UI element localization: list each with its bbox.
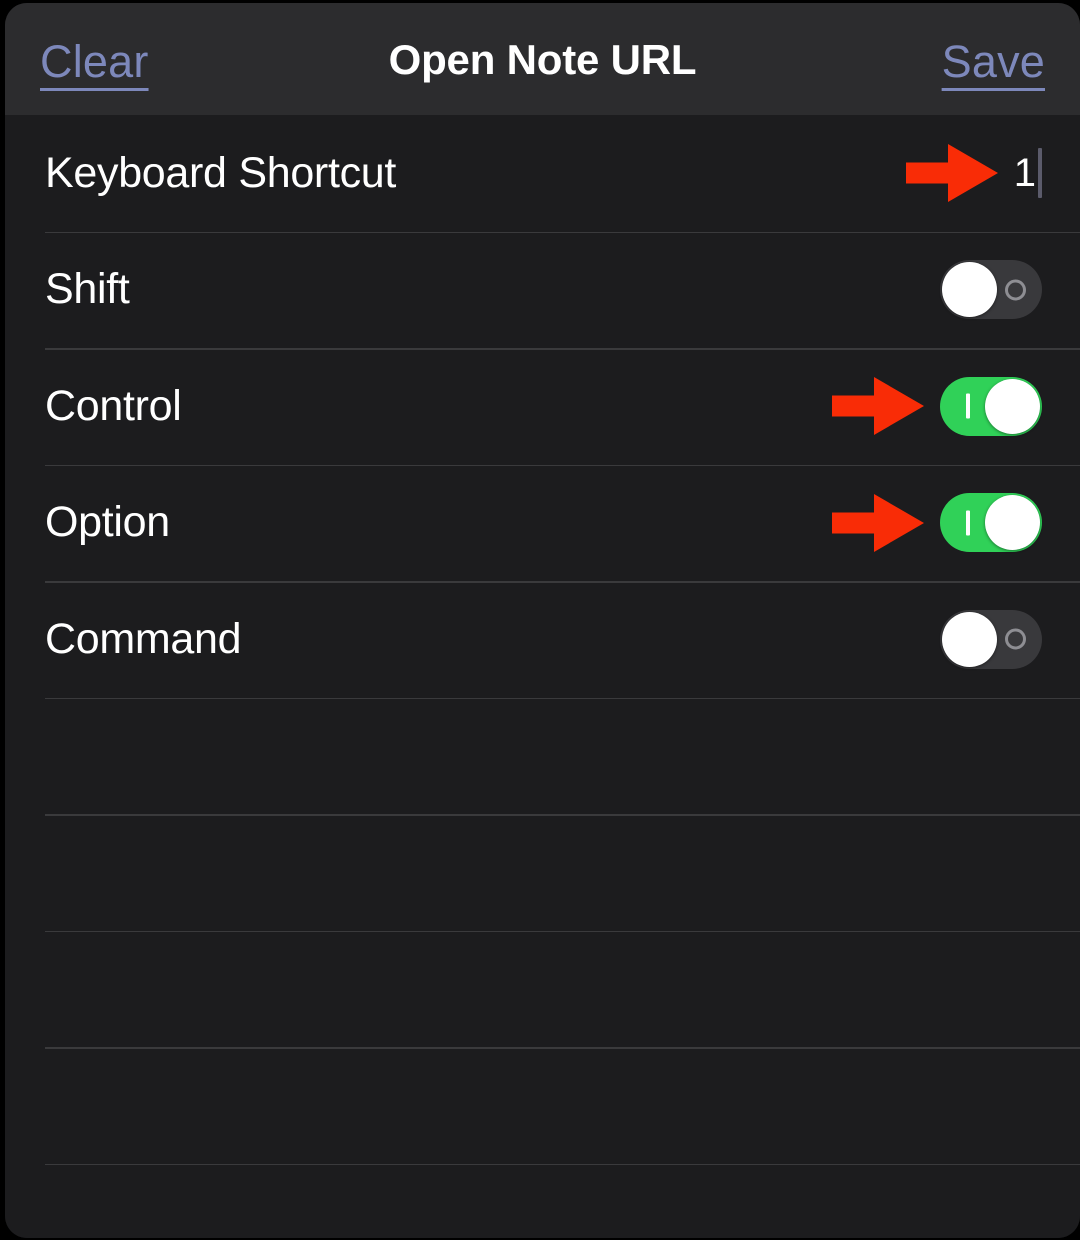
row-label: Command bbox=[45, 614, 242, 663]
row-shift[interactable]: Shift bbox=[5, 231, 1080, 349]
row-control[interactable]: Control bbox=[5, 348, 1080, 465]
option-toggle[interactable] bbox=[940, 493, 1042, 553]
toggle-knob bbox=[985, 378, 1040, 434]
settings-window: Clear Open Note URL Save Keyboard Shortc… bbox=[5, 3, 1080, 1238]
navigation-bar: Clear Open Note URL Save bbox=[5, 3, 1080, 115]
text-caret bbox=[1038, 148, 1042, 199]
shift-toggle[interactable] bbox=[940, 260, 1042, 320]
red-arrow-annotation-icon bbox=[832, 377, 924, 436]
shortcut-key-field[interactable]: 1 bbox=[1013, 148, 1080, 199]
toggle-on-bar-icon bbox=[966, 393, 970, 419]
toggle-off-circle-icon bbox=[1005, 279, 1026, 301]
command-toggle[interactable] bbox=[940, 609, 1042, 669]
row-option[interactable]: Option bbox=[5, 464, 1080, 582]
red-arrow-annotation-icon bbox=[832, 493, 924, 552]
control-toggle[interactable] bbox=[940, 376, 1042, 436]
toggle-knob bbox=[985, 495, 1040, 551]
row-control-area bbox=[832, 465, 1080, 582]
toggle-knob bbox=[942, 262, 997, 318]
empty-row bbox=[5, 930, 1080, 1048]
row-label: Control bbox=[45, 381, 182, 430]
page-title: Open Note URL bbox=[388, 36, 697, 83]
toggle-off-circle-icon bbox=[1005, 628, 1026, 650]
row-label: Keyboard Shortcut bbox=[45, 148, 397, 197]
toggle-knob bbox=[942, 611, 997, 667]
row-control-area bbox=[832, 348, 1080, 465]
empty-row bbox=[5, 814, 1080, 931]
row-label: Option bbox=[45, 498, 170, 547]
row-control-area bbox=[832, 232, 1080, 349]
empty-row bbox=[5, 1163, 1080, 1239]
shortcut-key-value: 1 bbox=[1013, 151, 1036, 196]
row-control-area bbox=[832, 581, 1080, 698]
empty-row bbox=[5, 697, 1080, 815]
toggle-on-bar-icon bbox=[966, 510, 970, 536]
row-label: Shift bbox=[45, 265, 130, 314]
settings-list: Keyboard Shortcut 1 Shift Control Option… bbox=[5, 115, 1080, 1238]
clear-button[interactable]: Clear bbox=[40, 35, 149, 84]
row-control-area: 1 bbox=[905, 115, 1080, 232]
red-arrow-annotation-icon bbox=[905, 144, 998, 203]
row-command[interactable]: Command bbox=[5, 581, 1080, 698]
row-keyboard-shortcut[interactable]: Keyboard Shortcut 1 bbox=[5, 115, 1080, 232]
empty-row bbox=[5, 1047, 1080, 1164]
save-button[interactable]: Save bbox=[942, 35, 1045, 84]
